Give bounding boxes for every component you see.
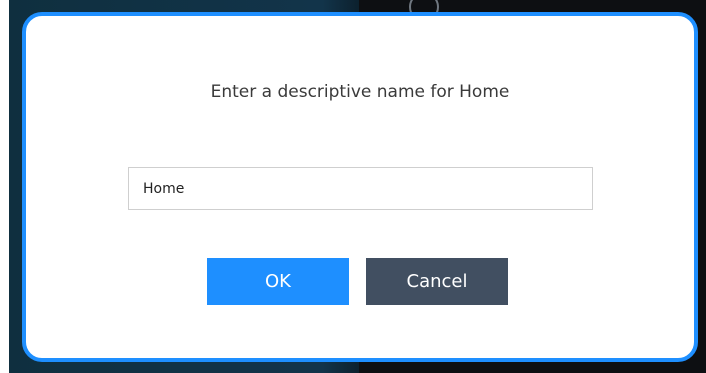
name-input[interactable] (128, 167, 593, 210)
rename-dialog: Enter a descriptive name for Home OK Can… (22, 12, 698, 362)
dialog-prompt: Enter a descriptive name for Home (210, 82, 510, 102)
cancel-button[interactable]: Cancel (366, 258, 508, 305)
ok-button[interactable]: OK (207, 258, 349, 305)
